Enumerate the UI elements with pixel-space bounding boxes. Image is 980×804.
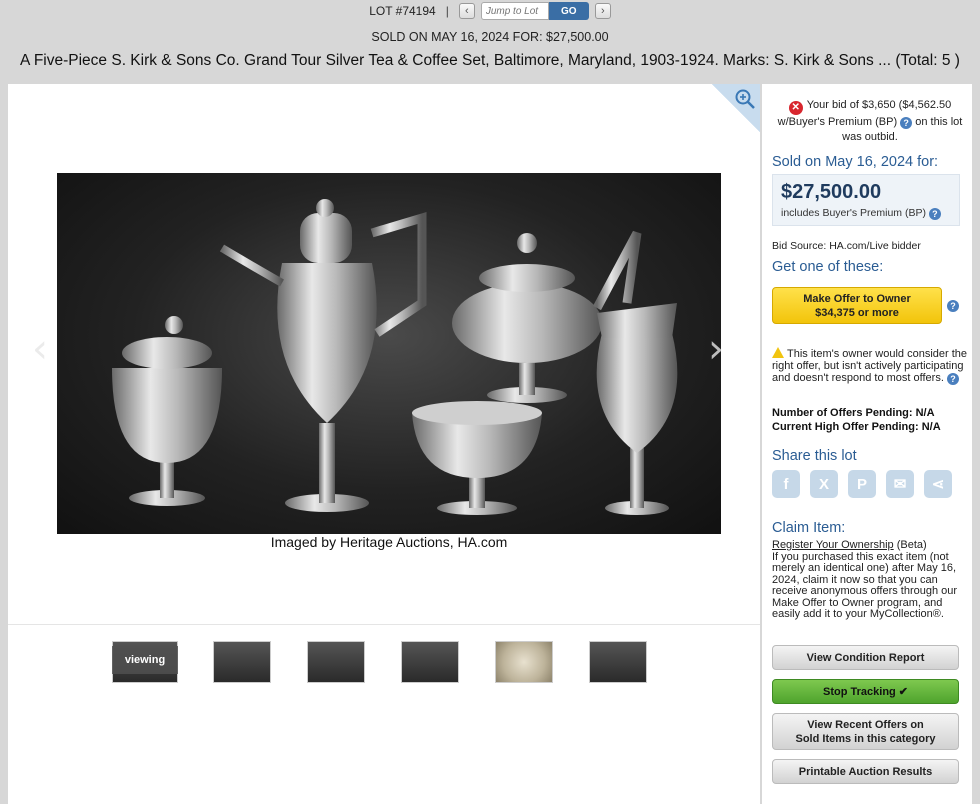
offers-status: Number of Offers Pending: N/A Current Hi… bbox=[772, 406, 941, 434]
printable-results-button[interactable]: Printable Auction Results bbox=[772, 759, 959, 784]
make-offer-button[interactable]: Make Offer to Owner $34,375 or more bbox=[772, 287, 942, 324]
stop-tracking-label: Stop Tracking bbox=[823, 685, 896, 698]
silver-tea-set-image bbox=[112, 199, 678, 515]
viewing-indicator: viewing bbox=[112, 646, 178, 674]
offers-pending: Number of Offers Pending: N/A bbox=[772, 407, 935, 419]
get-one-label: Get one of these: bbox=[772, 259, 884, 275]
next-lot-button[interactable]: › bbox=[594, 3, 611, 19]
offer-line-1: Make Offer to Owner bbox=[803, 293, 911, 305]
next-image-arrow[interactable]: › bbox=[708, 326, 724, 372]
beta-label: (Beta) bbox=[896, 539, 927, 551]
prev-image-arrow[interactable]: ‹ bbox=[32, 326, 48, 372]
x-icon[interactable]: X bbox=[810, 470, 838, 498]
email-icon[interactable]: ✉ bbox=[886, 470, 914, 498]
register-ownership-link[interactable]: Register Your Ownership bbox=[772, 539, 894, 551]
thumbnail-6[interactable] bbox=[589, 641, 647, 683]
recent-offers-line-2: Sold Items in this category bbox=[795, 732, 936, 745]
outbid-x-icon: ✕ bbox=[788, 101, 803, 115]
price-note: includes Buyer's Premium (BP) ? bbox=[781, 207, 941, 220]
sold-label: Sold on May 16, 2024 for: bbox=[772, 154, 939, 170]
recent-offers-line-1: View Recent Offers on bbox=[807, 718, 924, 731]
main-lot-image[interactable] bbox=[57, 173, 721, 534]
separator: | bbox=[445, 4, 449, 18]
view-condition-report-button[interactable]: View Condition Report bbox=[772, 645, 959, 670]
claim-section: Register Your Ownership (Beta) If you pu… bbox=[772, 539, 968, 621]
image-viewer: ‹ › Imaged by Heritage Auctions, HA.com … bbox=[8, 84, 760, 804]
lot-navigation: LOT #74194 | ‹ GO › bbox=[0, 0, 980, 22]
zoom-in-icon bbox=[735, 89, 755, 109]
price-note-text: includes Buyer's Premium (BP) bbox=[781, 207, 926, 219]
offer-help-icon[interactable]: ? bbox=[947, 300, 959, 312]
bp-help-icon[interactable]: ? bbox=[900, 117, 913, 129]
price-help-icon[interactable]: ? bbox=[928, 208, 941, 220]
pinterest-icon[interactable]: P bbox=[848, 470, 876, 498]
offer-line-2: $34,375 or more bbox=[815, 307, 899, 319]
zoom-button[interactable] bbox=[712, 84, 760, 132]
thumbnail-2[interactable] bbox=[213, 641, 271, 683]
sold-price: $27,500.00 bbox=[781, 181, 882, 203]
facebook-icon[interactable]: f bbox=[772, 470, 800, 498]
thumbnail-divider bbox=[8, 624, 760, 625]
outbid-notice: ✕ Your bid of $3,650 ($4,562.50 w/Buyer's… bbox=[774, 98, 966, 145]
owner-note-text: This item's owner would consider the rig… bbox=[772, 348, 968, 384]
lot-title: A Five-Piece S. Kirk & Sons Co. Grand To… bbox=[20, 52, 960, 69]
lot-sidebar: ✕ Your bid of $3,650 ($4,562.50 w/Buyer's… bbox=[762, 84, 972, 804]
stop-tracking-button[interactable]: Stop Tracking ✔ bbox=[772, 679, 959, 704]
prev-lot-button[interactable]: ‹ bbox=[458, 3, 475, 19]
claim-body: If you purchased this exact item (not me… bbox=[772, 550, 958, 620]
thumbnail-5[interactable] bbox=[495, 641, 553, 683]
price-box: $27,500.00 includes Buyer's Premium (BP)… bbox=[772, 174, 960, 226]
share-icons: f X P ✉ ⋖ bbox=[772, 470, 952, 498]
sold-summary: SOLD ON MAY 16, 2024 FOR: $27,500.00 bbox=[371, 30, 609, 44]
warning-icon bbox=[772, 347, 784, 358]
high-offer: Current High Offer Pending: N/A bbox=[772, 421, 941, 433]
image-credit: Imaged by Heritage Auctions, HA.com bbox=[270, 534, 508, 550]
view-recent-offers-button[interactable]: View Recent Offers on Sold Items in this… bbox=[772, 713, 959, 750]
bid-source: Bid Source: HA.com/Live bidder bbox=[772, 240, 921, 252]
share-icon[interactable]: ⋖ bbox=[924, 470, 952, 498]
checkmark-icon: ✔ bbox=[898, 685, 908, 698]
go-button[interactable]: GO bbox=[548, 2, 589, 20]
lot-number: LOT #74194 bbox=[369, 4, 436, 18]
owner-help-icon[interactable]: ? bbox=[946, 373, 959, 385]
jump-to-lot-input[interactable] bbox=[480, 2, 549, 20]
owner-note: This item's owner would consider the rig… bbox=[772, 347, 968, 385]
thumbnail-3[interactable] bbox=[307, 641, 365, 683]
claim-label: Claim Item: bbox=[772, 520, 846, 536]
thumbnail-4[interactable] bbox=[401, 641, 459, 683]
share-label: Share this lot bbox=[772, 448, 857, 464]
